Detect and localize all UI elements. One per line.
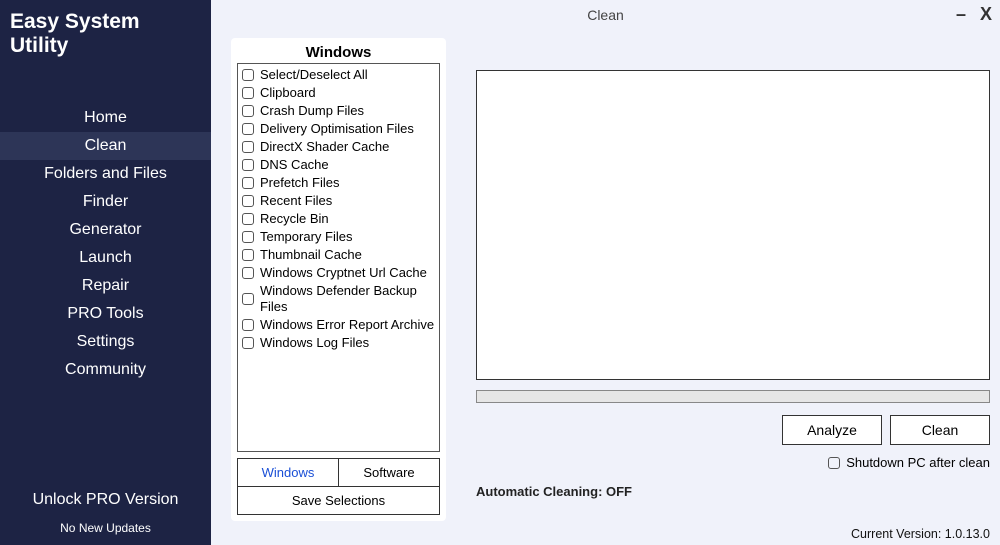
output-box	[476, 70, 990, 380]
check-label: Delivery Optimisation Files	[260, 121, 414, 137]
clean-checklist: Select/Deselect All Clipboard Crash Dump…	[237, 63, 440, 452]
check-label: Thumbnail Cache	[260, 247, 362, 263]
main: Clean – X Windows Select/Deselect All Cl…	[211, 0, 1000, 545]
action-row: Analyze Clean	[476, 415, 990, 445]
check-defender-backup[interactable]: Windows Defender Backup Files	[242, 282, 435, 316]
app-title: Easy System Utility	[0, 0, 211, 64]
content: Windows Select/Deselect All Clipboard Cr…	[211, 30, 1000, 525]
panel-heading: Windows	[237, 44, 440, 63]
unlock-pro[interactable]: Unlock PRO Version	[0, 485, 211, 515]
check-temp-files[interactable]: Temporary Files	[242, 228, 435, 246]
checkbox-icon[interactable]	[242, 87, 254, 99]
check-label: Select/Deselect All	[260, 67, 368, 83]
tab-software[interactable]: Software	[338, 459, 439, 486]
checkbox-icon[interactable]	[242, 249, 254, 261]
titlebar: Clean – X	[211, 0, 1000, 30]
check-prefetch[interactable]: Prefetch Files	[242, 174, 435, 192]
checkbox-icon[interactable]	[242, 213, 254, 225]
check-label: Windows Log Files	[260, 335, 369, 351]
checkbox-icon[interactable]	[242, 69, 254, 81]
checkbox-icon[interactable]	[242, 105, 254, 117]
version-label: Current Version: 1.0.13.0	[211, 525, 1000, 545]
check-delivery-opt[interactable]: Delivery Optimisation Files	[242, 120, 435, 138]
check-directx-shader[interactable]: DirectX Shader Cache	[242, 138, 435, 156]
checkbox-icon[interactable]	[242, 177, 254, 189]
nav-repair[interactable]: Repair	[0, 272, 211, 300]
checkbox-icon[interactable]	[242, 267, 254, 279]
check-label: Windows Cryptnet Url Cache	[260, 265, 427, 281]
check-label: Recycle Bin	[260, 211, 329, 227]
checkbox-icon[interactable]	[242, 293, 254, 305]
checkbox-icon[interactable]	[242, 159, 254, 171]
nav-community[interactable]: Community	[0, 356, 211, 384]
nav-finder[interactable]: Finder	[0, 188, 211, 216]
nav-clean[interactable]: Clean	[0, 132, 211, 160]
update-status: No New Updates	[0, 515, 211, 545]
check-error-report[interactable]: Windows Error Report Archive	[242, 316, 435, 334]
check-recycle-bin[interactable]: Recycle Bin	[242, 210, 435, 228]
page-title: Clean	[587, 7, 624, 23]
auto-cleaning-status: Automatic Cleaning: OFF	[476, 484, 990, 499]
check-label: Recent Files	[260, 193, 332, 209]
checkbox-icon[interactable]	[242, 231, 254, 243]
check-label: DirectX Shader Cache	[260, 139, 389, 155]
tab-windows[interactable]: Windows	[238, 459, 338, 486]
minimize-button[interactable]: –	[956, 4, 966, 25]
nav-pro-tools[interactable]: PRO Tools	[0, 300, 211, 328]
checkbox-icon[interactable]	[828, 457, 840, 469]
check-label: Temporary Files	[260, 229, 352, 245]
shutdown-label: Shutdown PC after clean	[846, 455, 990, 470]
analyze-button[interactable]: Analyze	[782, 415, 882, 445]
shutdown-row[interactable]: Shutdown PC after clean	[476, 455, 990, 470]
clean-options-panel: Windows Select/Deselect All Clipboard Cr…	[231, 38, 446, 521]
nav-home[interactable]: Home	[0, 104, 211, 132]
check-log-files[interactable]: Windows Log Files	[242, 334, 435, 352]
progress-bar	[476, 390, 990, 403]
close-button[interactable]: X	[980, 4, 992, 25]
nav: Home Clean Folders and Files Finder Gene…	[0, 104, 211, 384]
sidebar: Easy System Utility Home Clean Folders a…	[0, 0, 211, 545]
tab-row: Windows Software	[237, 458, 440, 486]
nav-launch[interactable]: Launch	[0, 244, 211, 272]
check-label: Prefetch Files	[260, 175, 339, 191]
nav-generator[interactable]: Generator	[0, 216, 211, 244]
check-label: Windows Error Report Archive	[260, 317, 434, 333]
check-cryptnet-cache[interactable]: Windows Cryptnet Url Cache	[242, 264, 435, 282]
window-controls: – X	[956, 4, 992, 25]
nav-folders-files[interactable]: Folders and Files	[0, 160, 211, 188]
check-clipboard[interactable]: Clipboard	[242, 84, 435, 102]
checkbox-icon[interactable]	[242, 141, 254, 153]
check-label: Clipboard	[260, 85, 316, 101]
checkbox-icon[interactable]	[242, 195, 254, 207]
check-thumbnail-cache[interactable]: Thumbnail Cache	[242, 246, 435, 264]
checkbox-icon[interactable]	[242, 337, 254, 349]
checkbox-icon[interactable]	[242, 319, 254, 331]
results-panel: Analyze Clean Shutdown PC after clean Au…	[476, 38, 990, 521]
save-selections-button[interactable]: Save Selections	[237, 486, 440, 515]
check-label: Windows Defender Backup Files	[260, 283, 435, 315]
check-crash-dump[interactable]: Crash Dump Files	[242, 102, 435, 120]
checkbox-icon[interactable]	[242, 123, 254, 135]
check-label: Crash Dump Files	[260, 103, 364, 119]
nav-settings[interactable]: Settings	[0, 328, 211, 356]
clean-button[interactable]: Clean	[890, 415, 990, 445]
check-select-all[interactable]: Select/Deselect All	[242, 66, 435, 84]
check-dns-cache[interactable]: DNS Cache	[242, 156, 435, 174]
check-label: DNS Cache	[260, 157, 329, 173]
check-recent-files[interactable]: Recent Files	[242, 192, 435, 210]
